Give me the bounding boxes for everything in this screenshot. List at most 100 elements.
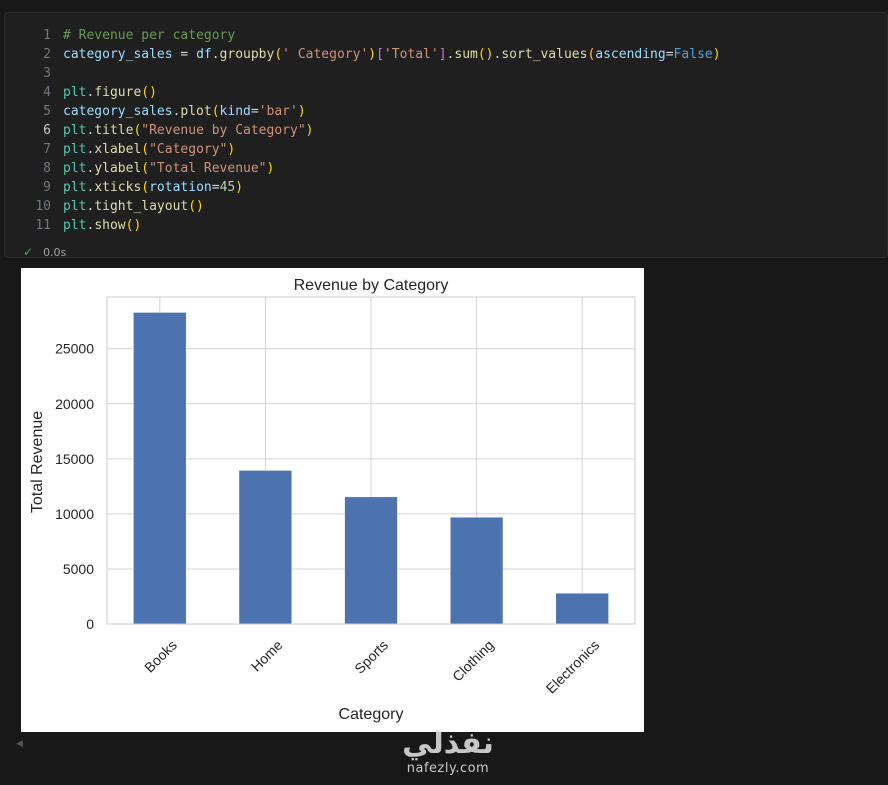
line-number: 2 bbox=[43, 47, 51, 62]
x-tick-label: Clothing bbox=[449, 637, 497, 685]
check-icon: ✓ bbox=[23, 245, 34, 259]
code-token: df bbox=[196, 47, 212, 62]
line-number: 5 bbox=[43, 104, 51, 119]
code-token: ] bbox=[438, 47, 447, 62]
code-token: plt bbox=[63, 218, 87, 233]
bar-books bbox=[133, 312, 187, 625]
code-token: ) bbox=[235, 180, 244, 195]
code-line[interactable]: 11 plt.show() bbox=[5, 216, 887, 235]
line-number: 7 bbox=[43, 142, 51, 157]
code-cell[interactable]: 1 # Revenue per category 2 category_sales =… bbox=[4, 12, 888, 259]
code-line[interactable]: 6 plt.title("Revenue by Category") bbox=[5, 121, 887, 140]
code-token: ( bbox=[274, 47, 283, 62]
code-token: 45 bbox=[219, 180, 236, 195]
line-number: 10 bbox=[35, 199, 51, 214]
code-token: 'Total' bbox=[383, 47, 439, 62]
x-tick-label: Electronics bbox=[543, 637, 603, 697]
code-line[interactable]: 1 # Revenue per category bbox=[5, 26, 887, 45]
code-token: sort_values bbox=[501, 47, 588, 62]
code-token: = bbox=[250, 104, 259, 119]
code-text: category_sales.plot(kind='bar') bbox=[63, 102, 306, 121]
code-line[interactable]: 3 bbox=[5, 64, 887, 83]
line-number: 3 bbox=[43, 66, 51, 81]
code-token: () bbox=[125, 218, 142, 233]
code-token: = bbox=[665, 47, 674, 62]
code-token: plt bbox=[63, 123, 87, 138]
code-token: () bbox=[477, 47, 494, 62]
bar-chart: 0 5000 10000 15000 20000 25000 Books Home Sports… bbox=[29, 277, 636, 723]
y-tick-label: 20000 bbox=[55, 396, 94, 412]
code-token: xticks bbox=[94, 180, 142, 195]
code-token: ascending bbox=[595, 47, 666, 62]
code-token: ( bbox=[141, 161, 150, 176]
code-token: "Total Revenue" bbox=[149, 161, 267, 176]
code-token: kind bbox=[219, 104, 251, 119]
code-token: # Revenue per category bbox=[63, 28, 236, 43]
code-token: plt bbox=[63, 161, 87, 176]
bar-home bbox=[238, 470, 293, 625]
x-tick-label: Sports bbox=[351, 637, 391, 677]
code-text: plt.ylabel("Total Revenue") bbox=[63, 159, 274, 178]
code-text: plt.xlabel("Category") bbox=[63, 140, 235, 159]
code-line[interactable]: 2 category_sales = df.groupby(' Category'… bbox=[5, 45, 887, 64]
code-token: 'bar' bbox=[258, 104, 298, 119]
code-token: ) bbox=[712, 47, 721, 62]
collapse-icon[interactable]: ◀ bbox=[16, 739, 23, 749]
code-line[interactable]: 7 plt.xlabel("Category") bbox=[5, 140, 887, 159]
y-tick-label: 0 bbox=[86, 616, 94, 632]
code-token: ylabel bbox=[94, 161, 142, 176]
code-token: figure bbox=[94, 85, 142, 100]
code-token: category_sales bbox=[63, 104, 173, 119]
code-token: groupby bbox=[219, 47, 275, 62]
code-token: xlabel bbox=[94, 142, 142, 157]
bar-sports bbox=[344, 496, 398, 625]
code-line[interactable]: 4 plt.figure() bbox=[5, 83, 887, 102]
code-text: plt.figure() bbox=[63, 83, 157, 102]
code-token: plot bbox=[180, 104, 212, 119]
line-number: 11 bbox=[35, 218, 51, 233]
code-token: () bbox=[188, 199, 204, 214]
code-line[interactable]: 9 plt.xticks(rotation=45) bbox=[5, 178, 887, 197]
code-token: tight_layout bbox=[94, 199, 189, 214]
code-line[interactable]: 5 category_sales.plot(kind='bar') bbox=[5, 102, 887, 121]
code-token: ( bbox=[211, 104, 220, 119]
code-token: ( bbox=[141, 142, 150, 157]
code-token: show bbox=[94, 218, 126, 233]
bar-electronics bbox=[555, 592, 609, 625]
code-token: ) bbox=[227, 142, 236, 157]
y-tick-label: 5000 bbox=[63, 561, 94, 577]
code-text: # Revenue per category bbox=[63, 26, 235, 45]
code-text: category_sales = df.groupby(' Category')… bbox=[63, 45, 721, 64]
code-line[interactable]: 8 plt.ylabel("Total Revenue") bbox=[5, 159, 887, 178]
code-line[interactable]: 10 plt.tight_layout() bbox=[5, 197, 887, 216]
y-tick-label: 10000 bbox=[55, 506, 94, 522]
line-number: 8 bbox=[43, 161, 51, 176]
bar-clothing bbox=[449, 516, 504, 625]
code-token: () bbox=[141, 85, 157, 100]
code-text: plt.title("Revenue by Category") bbox=[63, 121, 313, 140]
code-token: ) bbox=[305, 123, 314, 138]
code-token: plt bbox=[63, 85, 87, 100]
code-token: "Revenue by Category" bbox=[141, 123, 306, 138]
code-token: . bbox=[211, 47, 220, 62]
code-text: plt.tight_layout() bbox=[63, 197, 204, 216]
y-tick-label: 15000 bbox=[55, 451, 94, 467]
code-token: ) bbox=[266, 161, 275, 176]
code-token: plt bbox=[63, 142, 87, 157]
code-token: plt bbox=[63, 180, 87, 195]
code-editor[interactable]: 1 # Revenue per category 2 category_sales =… bbox=[5, 26, 887, 235]
line-number: 9 bbox=[43, 180, 51, 195]
notebook-view: 1 # Revenue per category 2 category_sales =… bbox=[0, 0, 888, 785]
chart-title: Revenue by Category bbox=[294, 277, 449, 294]
line-number: 6 bbox=[43, 123, 51, 138]
code-token: category_sales bbox=[63, 47, 173, 62]
code-token: False bbox=[673, 47, 713, 62]
code-token: title bbox=[94, 123, 134, 138]
code-token: "Category" bbox=[149, 142, 228, 157]
execution-status: ✓ 0.0s bbox=[23, 245, 66, 259]
y-tick-label: 25000 bbox=[55, 341, 94, 357]
cell-output-chart: 0 5000 10000 15000 20000 25000 Books Home Sports… bbox=[21, 268, 644, 732]
code-token: plt bbox=[63, 199, 87, 214]
line-number: 1 bbox=[43, 28, 51, 43]
watermark-url: nafezly.com bbox=[406, 761, 490, 776]
